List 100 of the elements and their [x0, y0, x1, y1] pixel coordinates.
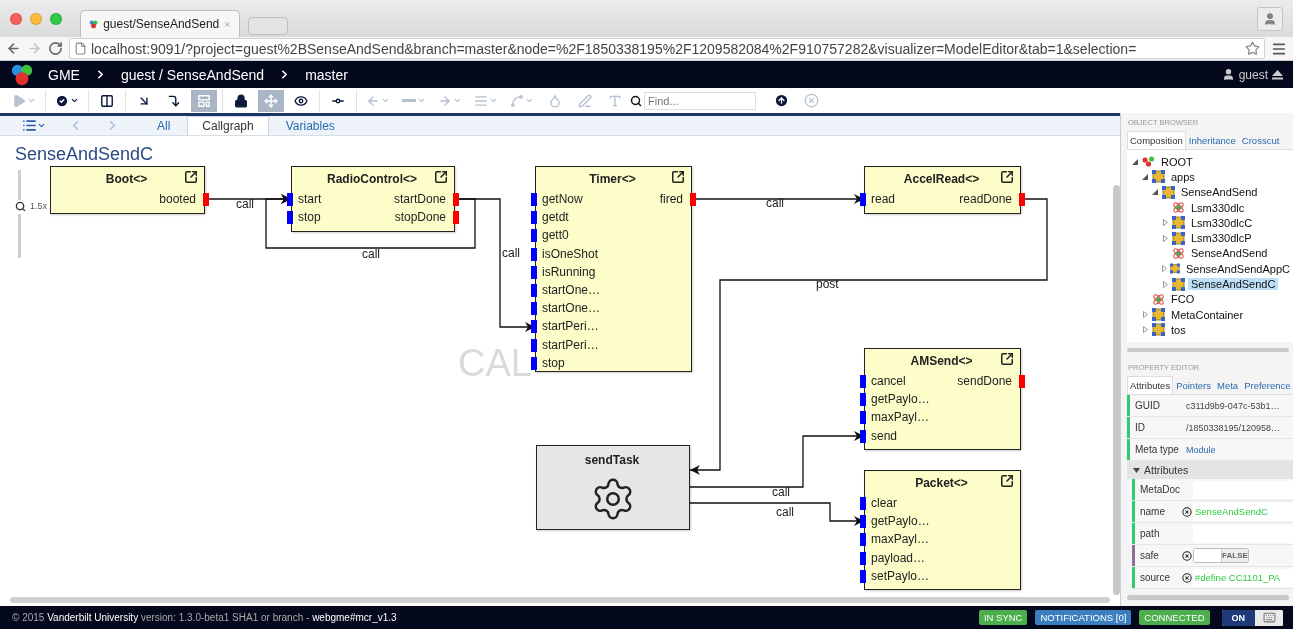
- attribute-field[interactable]: [1193, 524, 1293, 543]
- project-link[interactable]: guest / SenseAndSend: [120, 66, 265, 83]
- editor-tab[interactable]: Variables: [270, 116, 350, 135]
- input-port[interactable]: [531, 320, 537, 334]
- tree-item[interactable]: tos: [1168, 323, 1189, 336]
- reset-icon[interactable]: [1182, 506, 1192, 517]
- input-port[interactable]: [531, 338, 537, 352]
- input-port[interactable]: [860, 515, 866, 529]
- output-port[interactable]: [453, 211, 459, 225]
- tree-item[interactable]: FCO: [1168, 293, 1198, 306]
- input-port[interactable]: [531, 229, 537, 243]
- collapsed-icon[interactable]: [1142, 311, 1148, 319]
- port-label: isRunning: [542, 264, 596, 279]
- input-port[interactable]: [860, 497, 866, 510]
- scrollbar[interactable]: [1113, 185, 1120, 595]
- scrollbar[interactable]: [1127, 347, 1289, 353]
- input-port[interactable]: [860, 411, 866, 425]
- reset-icon[interactable]: [1182, 572, 1192, 583]
- tree-item[interactable]: Lsm330dlc: [1188, 201, 1248, 214]
- address-field[interactable]: localhost:9091/?project=guest%2BSenseAndSend&branch=master&node=%2F1850338195%2F1209582084%2F910757282&visualizer=ModelEditor&tab=1&selection=: [69, 38, 1265, 59]
- tree-item[interactable]: apps: [1168, 170, 1198, 183]
- input-port[interactable]: [860, 551, 866, 565]
- input-port[interactable]: [287, 211, 293, 225]
- panel-tab[interactable]: Meta: [1214, 376, 1242, 395]
- expanded-icon[interactable]: [1132, 158, 1138, 165]
- input-port[interactable]: [860, 429, 866, 443]
- profile-button[interactable]: [1257, 6, 1283, 31]
- tree-item[interactable]: Lsm330dlcP: [1188, 232, 1255, 245]
- arrow-out-icon[interactable]: [1000, 474, 1014, 488]
- tree-item[interactable]: SenseAndSendAppC: [1183, 262, 1293, 275]
- keyboard-toggle[interactable]: ON: [1221, 609, 1283, 626]
- page-icon: [74, 42, 87, 55]
- group-header[interactable]: Attributes: [1127, 461, 1293, 480]
- arrow-out-icon[interactable]: [671, 170, 685, 184]
- editor-tab[interactable]: Callgraph: [187, 116, 269, 135]
- tree-item[interactable]: ROOT: [1158, 155, 1196, 168]
- input-port[interactable]: [531, 193, 537, 206]
- tree-item[interactable]: SenseAndSend: [1188, 247, 1271, 260]
- model-icon: [1162, 185, 1175, 199]
- panel-tab[interactable]: Attributes: [1127, 376, 1174, 395]
- expanded-icon[interactable]: [1152, 189, 1158, 196]
- port-label: payload…: [871, 550, 926, 565]
- window-close-button[interactable]: [10, 12, 22, 25]
- toggle-switch[interactable]: FALSE: [1193, 548, 1249, 564]
- input-port[interactable]: [287, 193, 293, 206]
- user-name[interactable]: guest: [1238, 67, 1268, 82]
- scrollbar[interactable]: [1127, 595, 1289, 600]
- window-zoom-button[interactable]: [50, 12, 62, 25]
- tree-item[interactable]: SenseAndSendC: [1188, 278, 1279, 290]
- search-field[interactable]: Find...: [644, 91, 756, 110]
- attribute-field[interactable]: [1193, 480, 1293, 499]
- panel-tab[interactable]: Inheritance: [1185, 131, 1239, 149]
- input-port[interactable]: [531, 356, 537, 370]
- input-port[interactable]: [860, 533, 866, 547]
- arrow-out-icon[interactable]: [184, 170, 198, 184]
- collapsed-icon[interactable]: [1162, 280, 1168, 288]
- input-port[interactable]: [860, 193, 866, 206]
- arrow-out-icon[interactable]: [434, 170, 448, 184]
- scrollbar[interactable]: [10, 597, 1110, 603]
- star-icon[interactable]: [1245, 41, 1260, 56]
- input-port[interactable]: [531, 265, 537, 279]
- collapsed-icon[interactable]: [1142, 326, 1148, 334]
- window-minimize-button[interactable]: [30, 12, 42, 25]
- reload-button[interactable]: [48, 41, 63, 56]
- connection-label: call: [772, 485, 790, 499]
- collapsed-icon[interactable]: [1161, 265, 1167, 273]
- panel-tab[interactable]: Pointers: [1173, 376, 1214, 395]
- input-port[interactable]: [531, 284, 537, 297]
- back-button[interactable]: [6, 41, 21, 56]
- branch-link[interactable]: master: [305, 66, 348, 83]
- property-value: c311d9b9-047c-53b1…: [1185, 400, 1280, 411]
- panel-tab[interactable]: Crosscut: [1238, 131, 1283, 149]
- arrow-out-icon[interactable]: [1000, 352, 1014, 366]
- input-port[interactable]: [531, 211, 537, 225]
- input-port[interactable]: [860, 375, 866, 388]
- tree-item[interactable]: SenseAndSend: [1178, 186, 1261, 199]
- port-label: stopDone: [394, 210, 446, 225]
- reset-icon[interactable]: [1182, 550, 1192, 561]
- input-port[interactable]: [531, 302, 537, 316]
- input-port[interactable]: [531, 247, 537, 261]
- reload-icon: [48, 41, 63, 56]
- panel-tab[interactable]: Preference: [1241, 376, 1293, 395]
- tree-item[interactable]: Lsm330dlcC: [1188, 216, 1256, 229]
- collapsed-icon[interactable]: [1162, 219, 1168, 227]
- port-label: getdt: [542, 210, 569, 225]
- browser-tab[interactable]: guest/SenseAndSend: [80, 10, 240, 37]
- task-node[interactable]: sendTask: [536, 445, 690, 530]
- panel-tab[interactable]: Composition: [1127, 131, 1186, 149]
- editor-tab[interactable]: All: [142, 116, 186, 135]
- app-link[interactable]: GME: [48, 66, 80, 83]
- model-icon: [1172, 231, 1185, 245]
- property-link[interactable]: Module: [1184, 444, 1216, 455]
- eject-icon[interactable]: [1272, 69, 1283, 80]
- tree-item[interactable]: MetaContainer: [1168, 308, 1247, 321]
- expanded-icon[interactable]: [1142, 173, 1148, 180]
- status-badge[interactable]: NOTIFICATIONS [0]: [1035, 610, 1132, 625]
- collapsed-icon[interactable]: [1162, 234, 1168, 242]
- input-port[interactable]: [860, 393, 866, 407]
- input-port[interactable]: [860, 569, 866, 583]
- arrow-out-icon[interactable]: [1000, 170, 1014, 184]
